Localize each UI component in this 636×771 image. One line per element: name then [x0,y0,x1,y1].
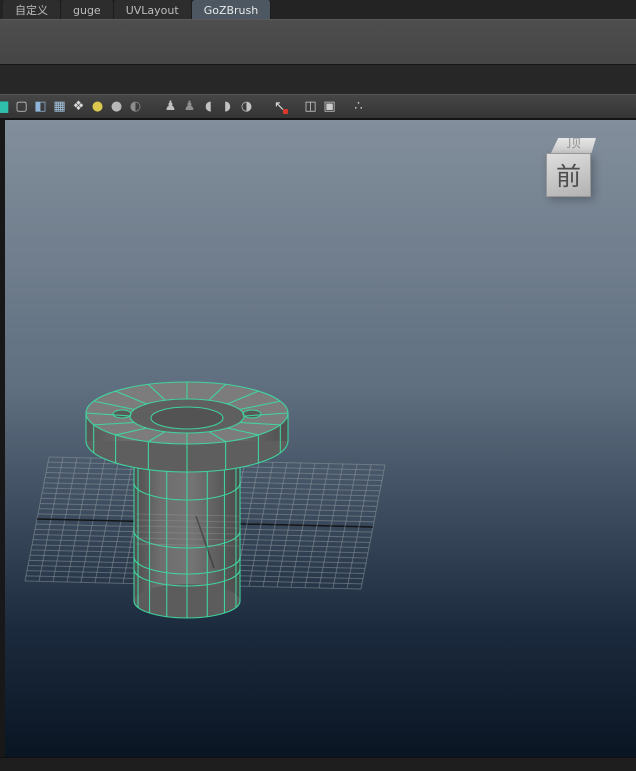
toolbar-separator [290,95,300,118]
ghost-color-swatch-icon[interactable]: ■ [0,97,11,117]
isolate-select-left-icon[interactable]: ◖ [200,97,217,117]
shelf-tab-bar: 自定义 guge UVLayout GoZBrush [0,0,636,19]
viewport-left-border [0,120,5,757]
shelf-tab-UVLayout[interactable]: UVLayout [113,0,192,19]
shelf-tab-自定义[interactable]: 自定义 [3,0,61,19]
mesh-flange-head [85,381,289,473]
shelf-tab-guge[interactable]: guge [61,0,114,19]
maya-window: 自定义 guge UVLayout GoZBrush ■ ▢ ◧ ▦ ❖ ● ● ◐ ♟ ♟ ◖ ◗ ◑ ↖ ◫ ▣… [0,0,636,771]
toolbar-separator [257,95,269,118]
frame-cube-icon[interactable]: ▣ [321,97,338,117]
shaded-cube-icon[interactable]: ◧ [32,97,49,117]
node-connections-icon[interactable]: ∴ [350,97,367,117]
xray-icon[interactable]: ♟ [162,97,179,117]
checker-icon[interactable]: ❖ [70,97,87,117]
toolbar-separator [340,95,348,118]
view-cube-top-label: 顶 [565,138,581,151]
exposure-sphere-icon[interactable]: ◑ [238,97,255,117]
toolbar-separator [146,95,160,118]
panel-menubar-strip [0,64,636,94]
wireframe-cube-icon[interactable]: ▢ [13,97,30,117]
camera-cube-icon[interactable]: ◫ [302,97,319,117]
use-all-lights-icon[interactable]: ● [89,97,106,117]
default-light-icon[interactable]: ● [108,97,125,117]
highlight-selection-icon[interactable]: ↖ [271,97,288,117]
view-cube[interactable]: 顶 前 [546,138,598,200]
shelf-tab-GoZBrush[interactable]: GoZBrush [191,0,272,19]
highlight-indicator-dot [283,108,288,114]
xray-joints-icon[interactable]: ♟ [181,97,198,117]
view-cube-front-label: 前 [555,162,581,191]
bottom-bar [0,757,636,771]
view-cube-top-face[interactable]: 顶 [551,138,596,153]
viewport-scene [0,381,636,757]
viewport-3d[interactable]: 顶 前 [0,120,636,757]
shadows-icon[interactable]: ◐ [127,97,144,117]
view-cube-front-face[interactable]: 前 [546,153,591,197]
shelf-area [0,19,636,64]
isolate-select-right-icon[interactable]: ◗ [219,97,236,117]
panel-toolbar: ■ ▢ ◧ ▦ ❖ ● ● ◐ ♟ ♟ ◖ ◗ ◑ ↖ ◫ ▣ ∴ [0,94,636,120]
textured-cube-icon[interactable]: ▦ [51,97,68,117]
